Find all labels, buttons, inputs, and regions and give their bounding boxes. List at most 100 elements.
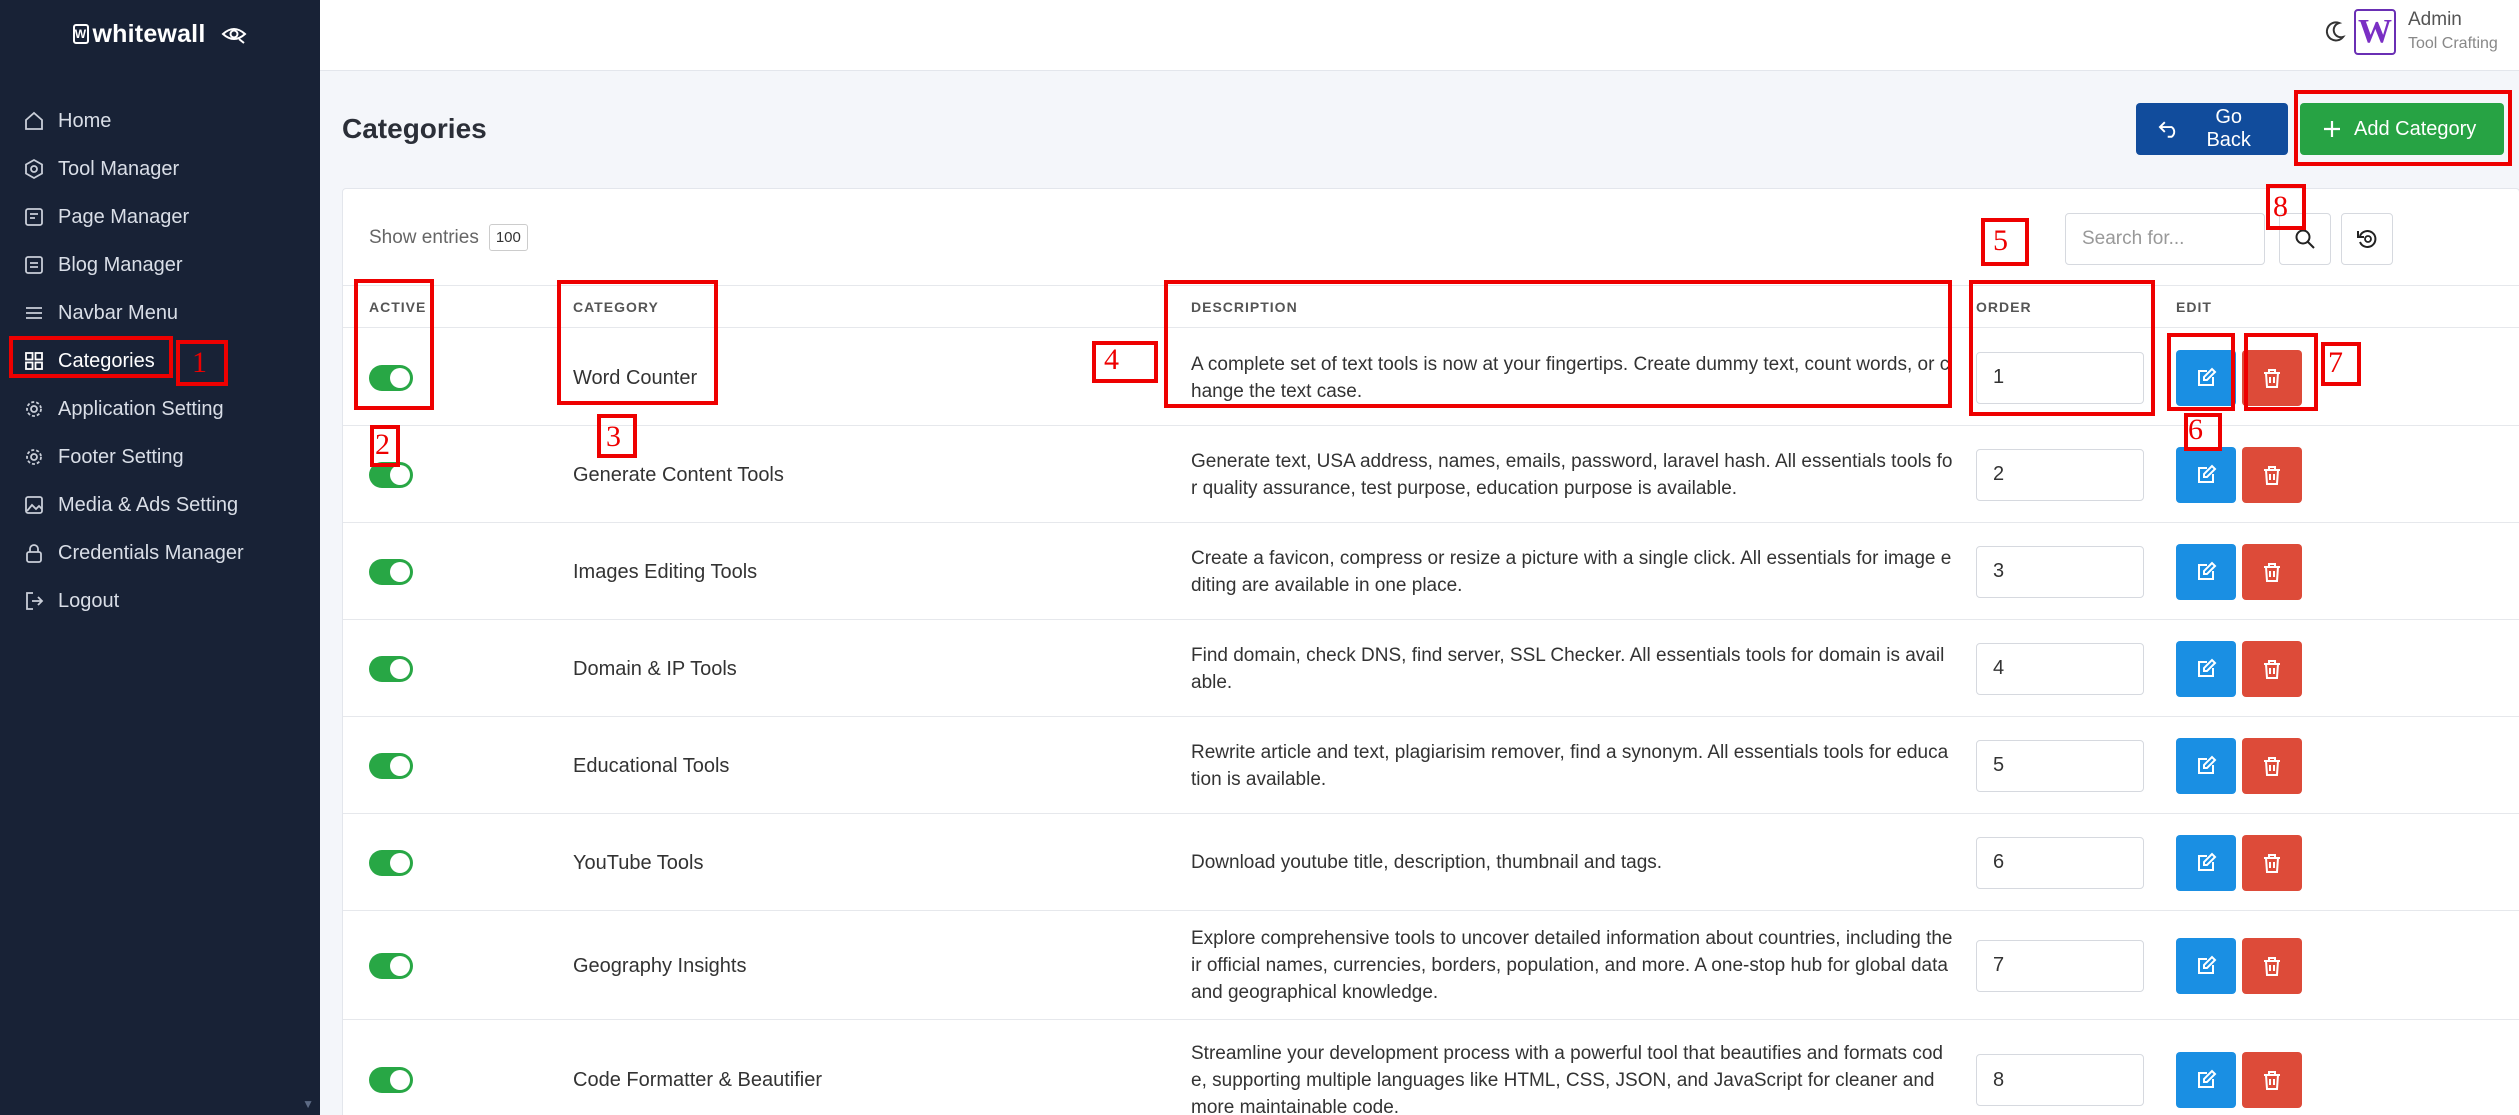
category-name: Domain & IP Tools [573, 657, 737, 680]
category-name: Geography Insights [573, 954, 747, 977]
settings-icon [22, 397, 46, 421]
header-category[interactable]: CATEGORY [573, 299, 659, 315]
category-description: A complete set of text tools is now at y… [1191, 353, 1950, 402]
order-input[interactable]: 6 [1976, 836, 2144, 889]
logo-mark-icon: W [72, 24, 89, 44]
active-toggle[interactable] [369, 364, 413, 391]
sidebar-item-home[interactable]: Home [0, 97, 320, 145]
active-toggle[interactable] [369, 558, 413, 585]
sidebar-item-application-setting[interactable]: Application Setting [0, 385, 320, 433]
user-name: Admin [2408, 9, 2462, 30]
trash-icon [2264, 562, 2280, 582]
settings-icon [22, 445, 46, 469]
edit-button[interactable] [2176, 543, 2236, 600]
order-input[interactable]: 5 [1976, 739, 2144, 792]
edit-button[interactable] [2176, 640, 2236, 697]
reset-button[interactable] [2341, 213, 2393, 265]
sidebar-item-label: Categories [58, 349, 155, 372]
sidebar-item-categories[interactable]: Categories [0, 337, 320, 385]
dark-mode-icon[interactable] [2324, 20, 2346, 44]
sidebar-nav: Home Tool Manager Page Manager Blog Mana… [0, 97, 320, 625]
delete-button[interactable] [2242, 834, 2302, 891]
sidebar-item-footer-setting[interactable]: Footer Setting [0, 433, 320, 481]
order-input[interactable]: 8 [1976, 1054, 2144, 1106]
active-toggle[interactable] [369, 752, 413, 779]
sidebar-item-page-manager[interactable]: Page Manager [0, 193, 320, 241]
edit-button[interactable] [2176, 349, 2236, 406]
delete-button[interactable] [2242, 446, 2302, 503]
active-toggle[interactable] [369, 952, 413, 979]
delete-button[interactable] [2242, 349, 2302, 406]
sidebar-item-label: Logout [58, 589, 120, 612]
sidebar-item-tool-manager[interactable]: Tool Manager [0, 145, 320, 193]
add-category-button[interactable]: Add Category [2300, 103, 2504, 155]
edit-button[interactable] [2176, 834, 2236, 891]
sidebar-item-navbar-menu[interactable]: Navbar Menu [0, 289, 320, 337]
sidebar-item-credentials-manager[interactable]: Credentials Manager [0, 529, 320, 577]
sidebar-item-label: Media & Ads Setting [58, 493, 239, 516]
sidebar-item-media-ads-setting[interactable]: Media & Ads Setting [0, 481, 320, 529]
order-input[interactable]: 3 [1976, 545, 2144, 598]
trash-icon [2264, 368, 2280, 388]
sidebar-item-label: Blog Manager [58, 253, 183, 276]
order-input[interactable]: 2 [1976, 448, 2144, 501]
table-row: Generate Content Tools Generate text, USA… [343, 426, 2519, 523]
header-description[interactable]: DESCRIPTION [1191, 299, 1298, 315]
header-active[interactable]: ACTIVE [369, 299, 426, 315]
sidebar-item-label: Home [58, 109, 112, 132]
search-icon [2295, 229, 2315, 249]
order-input[interactable]: 7 [1976, 939, 2144, 992]
category-description: Download youtube title, description, thu… [1191, 852, 1663, 873]
sidebar-item-logout[interactable]: Logout [0, 577, 320, 625]
edit-icon [2198, 658, 2217, 677]
active-toggle[interactable] [369, 461, 413, 488]
sidebar-item-blog-manager[interactable]: Blog Manager [0, 241, 320, 289]
delete-button[interactable] [2242, 937, 2302, 994]
category-description: Find domain, check DNS, find server, SSL… [1191, 644, 1945, 693]
header-order[interactable]: ORDER [1976, 299, 2032, 315]
active-toggle[interactable] [369, 849, 413, 876]
edit-button[interactable] [2176, 1052, 2236, 1108]
delete-button[interactable] [2242, 640, 2302, 697]
order-input[interactable]: 1 [1976, 351, 2144, 404]
page-title: Categories [342, 113, 487, 144]
search-input[interactable] [2065, 213, 2265, 265]
order-input[interactable]: 4 [1976, 642, 2144, 695]
edit-button[interactable] [2176, 446, 2236, 503]
plus-icon [2324, 121, 2340, 137]
category-name: Generate Content Tools [573, 463, 784, 486]
grid-icon [22, 349, 46, 373]
trash-icon [2264, 659, 2280, 679]
eye-icon[interactable] [221, 24, 247, 44]
search-button[interactable] [2279, 213, 2331, 265]
active-toggle[interactable] [369, 655, 413, 682]
brand: W whitewall [0, 0, 320, 68]
arrow-back-icon [2158, 121, 2176, 138]
edit-button[interactable] [2176, 937, 2236, 994]
brand-logo[interactable]: W whitewall [72, 19, 206, 49]
show-entries-label: Show entries [369, 226, 479, 248]
blog-icon [22, 253, 46, 277]
entries-select[interactable]: 100 [488, 224, 528, 251]
category-description: Generate text, USA address, names, email… [1191, 450, 1953, 499]
scroll-down-icon[interactable]: ▼ [302, 1097, 314, 1111]
edit-button[interactable] [2176, 737, 2236, 794]
delete-button[interactable] [2242, 1052, 2302, 1108]
edit-icon [2198, 955, 2217, 974]
sidebar-item-label: Footer Setting [58, 445, 184, 468]
table-row: Images Editing Tools Create a favicon, co… [343, 523, 2519, 620]
table-row: Domain & IP Tools Find domain, check DNS,… [343, 620, 2519, 717]
show-entries: Show entries 100 [369, 224, 528, 251]
trash-icon [2264, 853, 2280, 873]
brand-name: whitewall [92, 19, 206, 48]
trash-icon [2264, 465, 2280, 485]
logout-icon [22, 589, 46, 613]
sidebar-item-label: Page Manager [58, 205, 190, 228]
avatar[interactable]: W [2354, 9, 2396, 55]
categories-card: Show entries 100 ACTIVE CATEGORY DESCRIP… [342, 188, 2519, 1115]
go-back-button[interactable]: Go Back [2136, 103, 2288, 155]
delete-button[interactable] [2242, 543, 2302, 600]
delete-button[interactable] [2242, 737, 2302, 794]
user-role: Tool Crafting [2408, 35, 2498, 52]
active-toggle[interactable] [369, 1067, 413, 1093]
